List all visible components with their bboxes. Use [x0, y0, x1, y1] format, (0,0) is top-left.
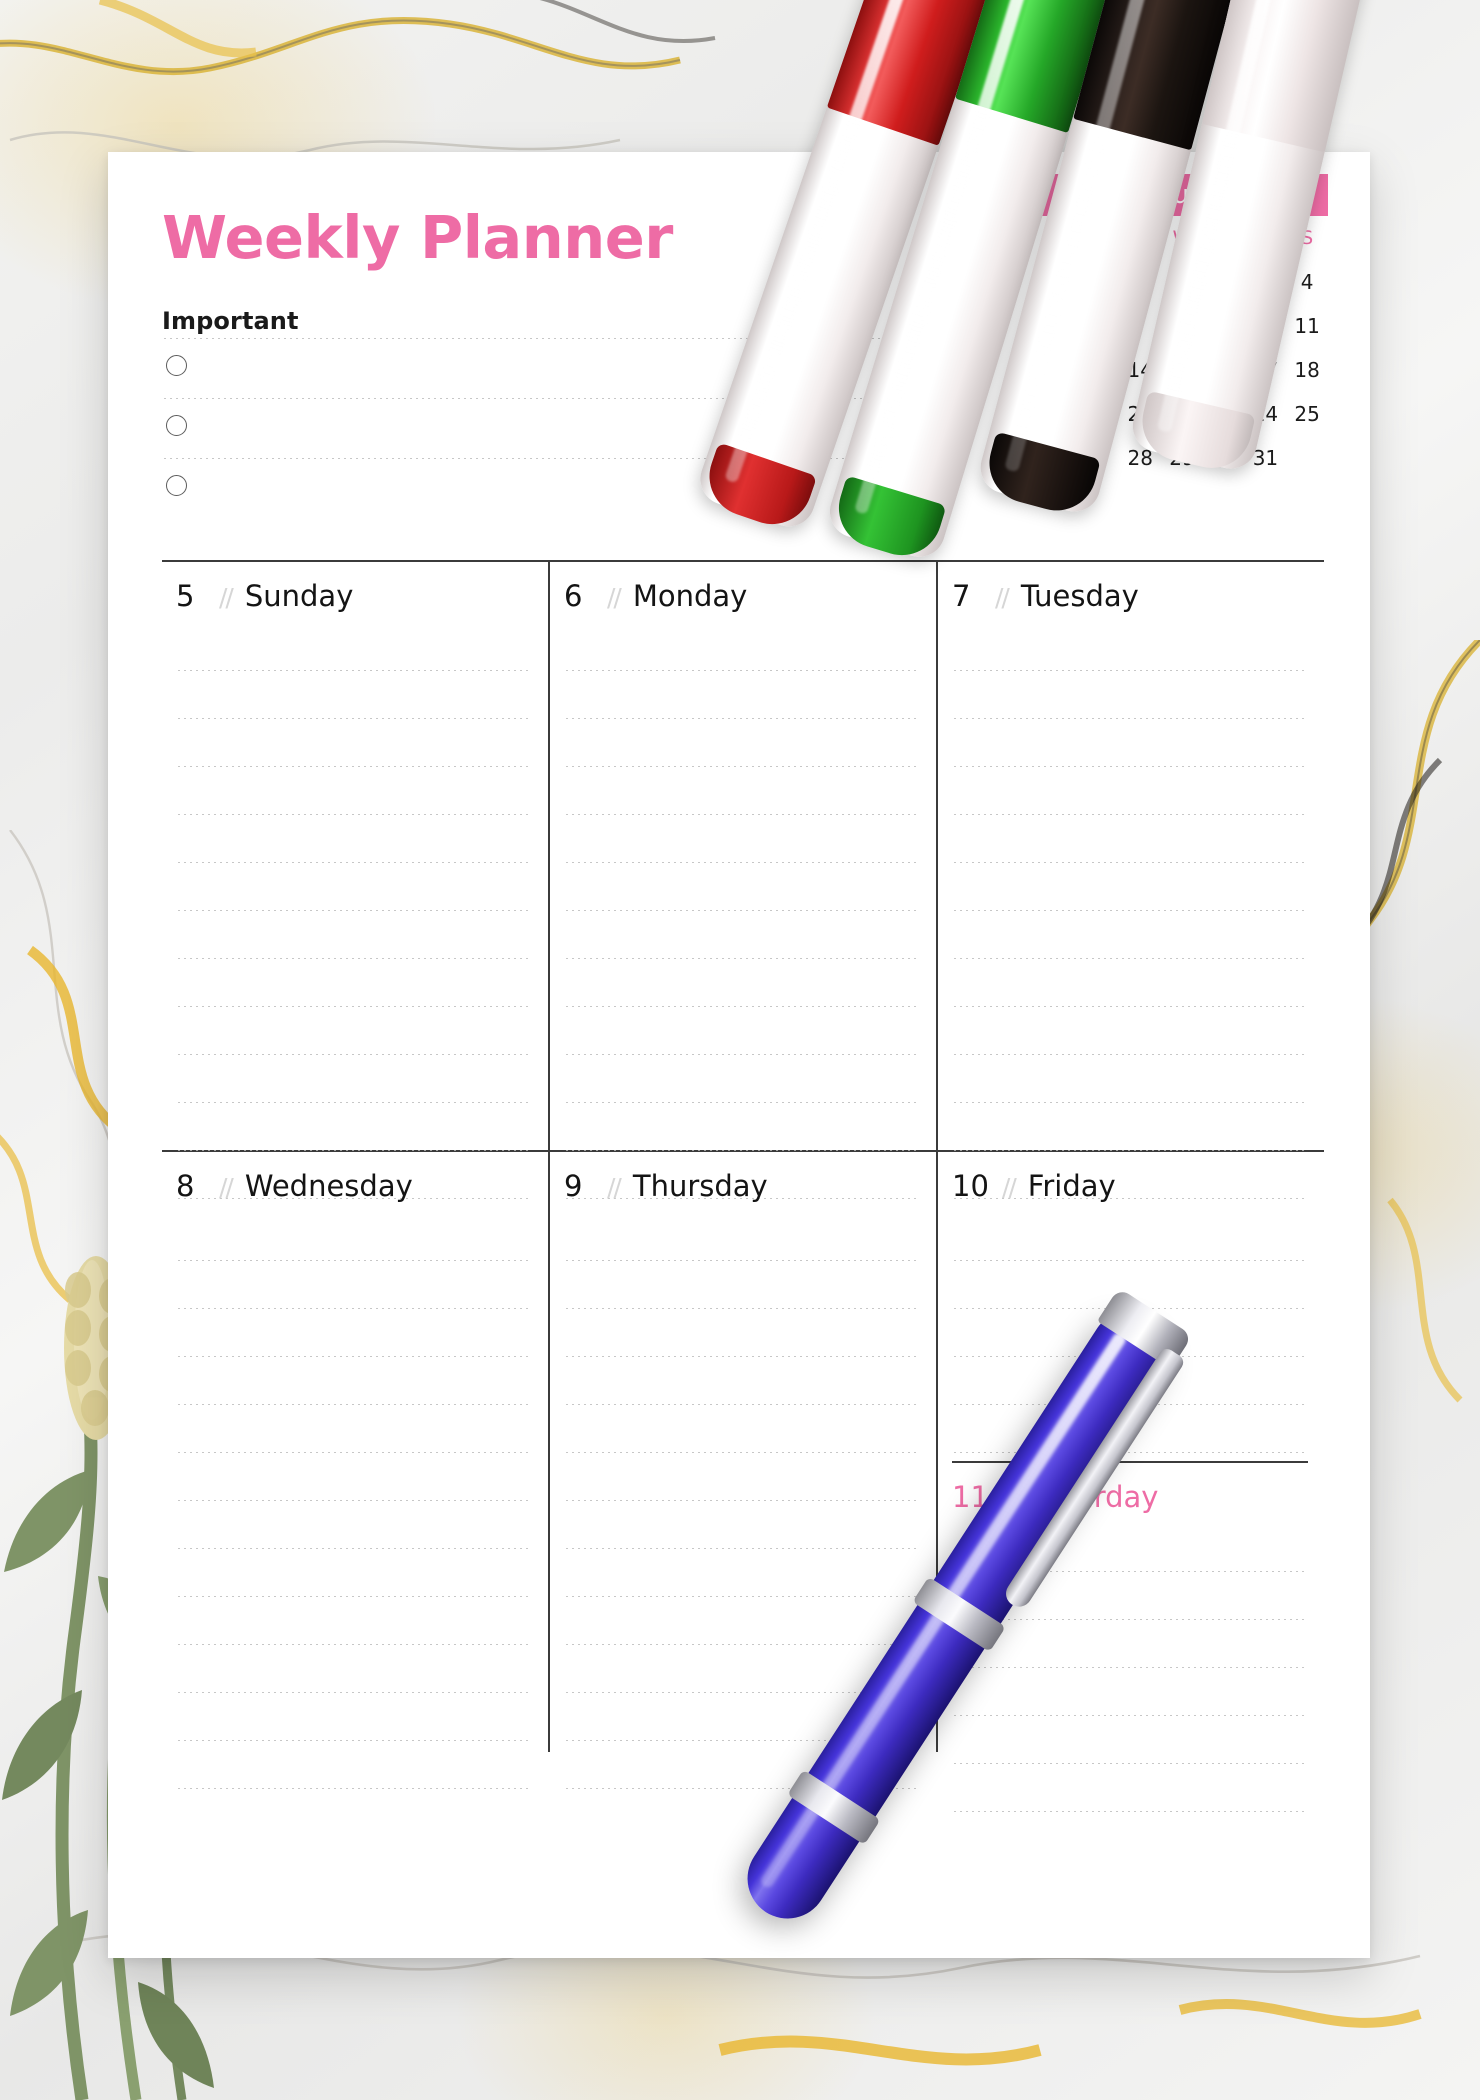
writing-line[interactable] — [564, 1453, 920, 1501]
writing-line[interactable] — [176, 719, 532, 767]
day-number: 11 — [952, 1480, 989, 1514]
writing-line-rule — [952, 1452, 1308, 1453]
writing-line[interactable] — [564, 1501, 920, 1549]
day-header: 9 // Thursday — [564, 1152, 920, 1213]
writing-line[interactable] — [564, 911, 920, 959]
writing-lines[interactable] — [176, 1213, 532, 1789]
writing-line[interactable] — [952, 911, 1308, 959]
writing-line-rule — [952, 1811, 1308, 1812]
writing-line[interactable] — [176, 911, 532, 959]
week-row-2: 8 // Wednesday 9 // Thursday 10 // Frida… — [162, 1152, 1324, 1812]
writing-line[interactable] — [952, 719, 1308, 767]
day-number: 8 — [176, 1169, 195, 1203]
writing-line[interactable] — [176, 1741, 532, 1789]
day-name: Saturday — [1027, 1480, 1159, 1514]
day-number: 9 — [564, 1169, 583, 1203]
day-cell-friday-saturday: 10 // Friday 11 // Saturday — [936, 1152, 1324, 1812]
writing-line[interactable] — [952, 767, 1308, 815]
writing-lines[interactable] — [952, 1524, 1308, 1812]
writing-line[interactable] — [952, 1357, 1308, 1405]
writing-line-rule — [176, 1788, 532, 1789]
day-name: Friday — [1027, 1169, 1116, 1203]
writing-lines[interactable] — [564, 1213, 920, 1789]
writing-line[interactable] — [952, 1213, 1308, 1261]
writing-lines[interactable] — [952, 1213, 1308, 1453]
day-separator-icon: // — [1001, 1173, 1017, 1202]
day-cell-wednesday[interactable]: 8 // Wednesday — [162, 1152, 548, 1789]
writing-line[interactable] — [564, 1693, 920, 1741]
writing-line[interactable] — [176, 1693, 532, 1741]
writing-line[interactable] — [564, 1055, 920, 1103]
writing-line[interactable] — [176, 1453, 532, 1501]
writing-line[interactable] — [176, 1055, 532, 1103]
writing-lines[interactable] — [952, 623, 1308, 1199]
writing-lines[interactable] — [564, 623, 920, 1199]
writing-line[interactable] — [176, 1261, 532, 1309]
writing-line[interactable] — [952, 1620, 1308, 1668]
writing-lines[interactable] — [176, 623, 532, 1199]
writing-line[interactable] — [564, 1405, 920, 1453]
writing-line[interactable] — [952, 815, 1308, 863]
writing-line[interactable] — [176, 863, 532, 911]
writing-line[interactable] — [952, 1309, 1308, 1357]
writing-line[interactable] — [564, 1007, 920, 1055]
marker-pens-group — [0, 0, 1480, 700]
day-header: 11 // Saturday — [952, 1463, 1308, 1524]
writing-line[interactable] — [952, 1524, 1308, 1572]
writing-line[interactable] — [176, 959, 532, 1007]
writing-line[interactable] — [176, 815, 532, 863]
day-name: Wednesday — [244, 1169, 413, 1203]
writing-line[interactable] — [176, 1597, 532, 1645]
writing-line[interactable] — [176, 1103, 532, 1151]
writing-line[interactable] — [564, 1213, 920, 1261]
writing-line[interactable] — [176, 767, 532, 815]
writing-line[interactable] — [952, 959, 1308, 1007]
writing-line-rule — [564, 1788, 920, 1789]
writing-line[interactable] — [176, 1645, 532, 1693]
writing-line[interactable] — [176, 1549, 532, 1597]
writing-line[interactable] — [564, 1103, 920, 1151]
week-grid: 5 // Sunday 6 // Monday 7 // Tuesday 8 /… — [162, 560, 1324, 1958]
day-header: 10 // Friday — [952, 1152, 1308, 1213]
day-cell-friday[interactable]: 10 // Friday — [952, 1152, 1308, 1453]
day-cell-thursday[interactable]: 9 // Thursday — [548, 1152, 936, 1789]
writing-line[interactable] — [564, 1261, 920, 1309]
day-separator-icon: // — [607, 1173, 622, 1202]
writing-line[interactable] — [952, 863, 1308, 911]
writing-line[interactable] — [952, 1007, 1308, 1055]
writing-line[interactable] — [564, 1309, 920, 1357]
writing-line[interactable] — [564, 719, 920, 767]
writing-line[interactable] — [952, 1405, 1308, 1453]
writing-line[interactable] — [564, 815, 920, 863]
day-header: 8 // Wednesday — [176, 1152, 532, 1213]
writing-line[interactable] — [176, 1309, 532, 1357]
writing-line[interactable] — [564, 767, 920, 815]
writing-line[interactable] — [952, 1103, 1308, 1151]
writing-line[interactable] — [176, 1357, 532, 1405]
writing-line[interactable] — [564, 1645, 920, 1693]
day-separator-icon: // — [219, 1173, 234, 1202]
day-number: 10 — [952, 1169, 989, 1203]
day-cell-saturday[interactable]: 11 // Saturday — [952, 1463, 1308, 1812]
writing-line[interactable] — [176, 1405, 532, 1453]
writing-line[interactable] — [564, 1597, 920, 1645]
writing-line[interactable] — [564, 959, 920, 1007]
writing-line[interactable] — [952, 1668, 1308, 1716]
day-name: Thursday — [632, 1169, 768, 1203]
writing-line[interactable] — [564, 1741, 920, 1789]
writing-line[interactable] — [952, 1055, 1308, 1103]
writing-line[interactable] — [952, 1572, 1308, 1620]
scene: Weekly Planner Important January S 4 11 … — [0, 0, 1480, 2100]
writing-line[interactable] — [952, 1764, 1308, 1812]
writing-line[interactable] — [176, 1007, 532, 1055]
writing-line[interactable] — [952, 1716, 1308, 1764]
writing-line[interactable] — [176, 1213, 532, 1261]
writing-line[interactable] — [564, 863, 920, 911]
writing-line[interactable] — [564, 1357, 920, 1405]
writing-line[interactable] — [564, 1549, 920, 1597]
writing-line[interactable] — [952, 1261, 1308, 1309]
day-separator-icon: // — [1001, 1484, 1017, 1513]
writing-line[interactable] — [176, 1501, 532, 1549]
